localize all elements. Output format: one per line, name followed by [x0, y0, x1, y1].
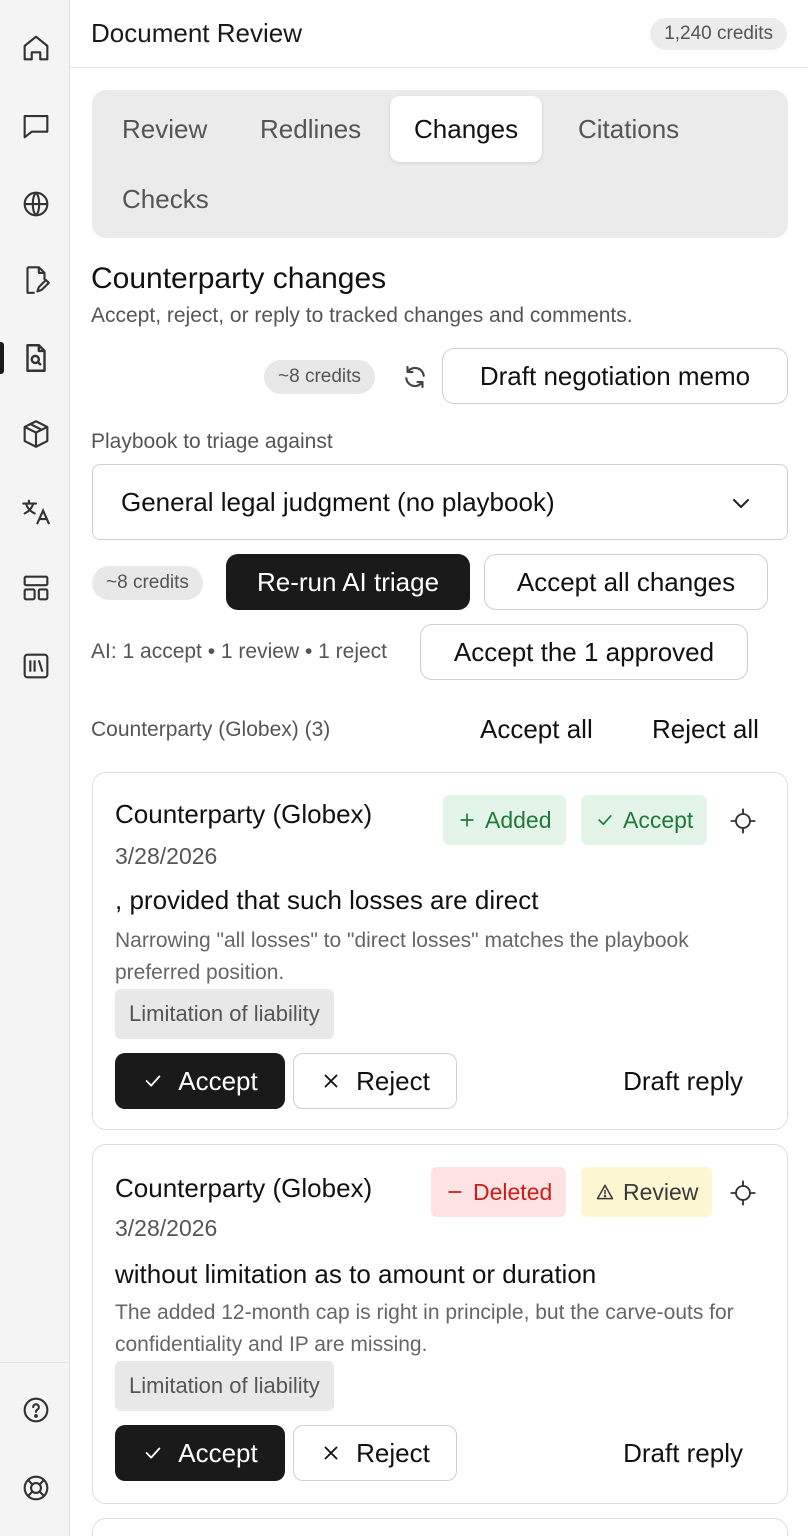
playbook-select[interactable]: General legal judgment (no playbook)	[92, 464, 788, 540]
cube-icon[interactable]	[18, 416, 54, 452]
chevron-down-icon	[729, 491, 753, 515]
close-icon	[324, 1446, 338, 1460]
section-subtitle: Accept, reject, or reply to tracked chan…	[91, 304, 633, 327]
check-icon	[145, 1447, 161, 1459]
ai-badge-label: Review	[623, 1179, 699, 1205]
accept-label: Accept	[178, 1437, 258, 1468]
page-title: Document Review	[91, 18, 302, 48]
warning-icon	[596, 1184, 614, 1200]
credits-badge: 1,240 credits	[650, 18, 787, 50]
tab-redlines[interactable]: Redlines	[236, 96, 385, 162]
group-label: Counterparty (Globex) (3)	[91, 718, 331, 741]
locate-icon[interactable]	[729, 1179, 757, 1207]
document-search-icon[interactable]	[18, 340, 54, 376]
change-card: Counterparty (Globex) Deleted Review 3/2…	[92, 1144, 788, 1504]
support-icon[interactable]	[18, 1470, 54, 1506]
added-badge: Added	[443, 795, 566, 845]
triage-summary: AI: 1 accept • 1 review • 1 reject	[91, 640, 387, 663]
change-date: 3/28/2026	[115, 843, 218, 869]
change-text: , provided that such losses are direct	[115, 885, 539, 915]
change-date: 3/28/2026	[115, 1215, 218, 1241]
section-title: Counterparty changes	[91, 262, 387, 295]
clause-tag: Limitation of liability	[115, 1361, 334, 1411]
tab-changes[interactable]: Changes	[390, 96, 543, 162]
reject-change-button[interactable]: Reject	[293, 1053, 457, 1109]
accept-approved-button[interactable]: Accept the 1 approved	[420, 624, 748, 680]
playbook-selected-value: General legal judgment (no playbook)	[121, 487, 555, 517]
translate-icon[interactable]	[18, 494, 54, 530]
tab-citations[interactable]: Citations	[554, 96, 703, 162]
change-text: without limitation as to amount or durat…	[115, 1259, 597, 1289]
accept-all-button[interactable]: Accept all	[480, 714, 593, 745]
sidebar	[0, 0, 70, 1536]
minus-icon	[448, 1191, 462, 1193]
close-icon	[324, 1074, 338, 1088]
active-indicator	[0, 342, 4, 374]
ai-accept-badge: Accept	[581, 795, 708, 845]
memo-credits-badge: ~8 credits	[264, 360, 375, 394]
main-panel: Document Review 1,240 credits Review Red…	[70, 0, 808, 1536]
accept-label: Accept	[178, 1065, 258, 1096]
globe-icon[interactable]	[18, 186, 54, 222]
change-card	[92, 1518, 788, 1536]
added-badge-label: Added	[485, 807, 552, 833]
accept-change-button[interactable]: Accept	[115, 1053, 285, 1109]
deleted-badge: Deleted	[431, 1167, 567, 1217]
triage-credits-badge: ~8 credits	[92, 566, 203, 600]
sidebar-divider	[0, 1362, 70, 1363]
chat-icon[interactable]	[18, 108, 54, 144]
tab-bar: Review Redlines Changes Citations Checks	[92, 90, 788, 238]
tab-review[interactable]: Review	[98, 96, 231, 162]
playbook-label: Playbook to triage against	[91, 430, 333, 453]
clause-tag: Limitation of liability	[115, 989, 334, 1039]
locate-icon[interactable]	[729, 807, 757, 835]
document-edit-icon[interactable]	[18, 262, 54, 298]
reject-all-button[interactable]: Reject all	[652, 714, 759, 745]
change-card: Counterparty (Globex) Added Accept 3/28/…	[92, 772, 788, 1130]
reject-label: Reject	[356, 1437, 430, 1468]
deleted-badge-label: Deleted	[473, 1179, 553, 1205]
help-icon[interactable]	[18, 1392, 54, 1428]
draft-reply-button[interactable]: Draft reply	[623, 1425, 743, 1481]
home-icon[interactable]	[18, 30, 54, 66]
tab-checks[interactable]: Checks	[98, 166, 233, 232]
draft-reply-button[interactable]: Draft reply	[623, 1053, 743, 1109]
layout-icon[interactable]	[18, 570, 54, 606]
ai-review-badge: Review	[581, 1167, 713, 1217]
rerun-ai-triage-button[interactable]: Re-run AI triage	[226, 554, 470, 610]
change-rationale: Narrowing "all losses" to "direct losses…	[115, 929, 689, 984]
reject-change-button[interactable]: Reject	[293, 1425, 457, 1481]
reject-label: Reject	[356, 1065, 430, 1096]
accept-all-changes-button[interactable]: Accept all changes	[484, 554, 768, 610]
library-icon[interactable]	[18, 648, 54, 684]
header: Document Review 1,240 credits	[70, 0, 808, 68]
check-icon	[598, 815, 612, 825]
plus-icon	[460, 813, 474, 827]
change-rationale: The added 12-month cap is right in princ…	[115, 1301, 734, 1356]
draft-negotiation-memo-button[interactable]: Draft negotiation memo	[442, 348, 788, 404]
change-author: Counterparty (Globex)	[115, 1173, 373, 1203]
refresh-icon[interactable]	[400, 362, 430, 392]
check-icon	[145, 1075, 161, 1087]
accept-change-button[interactable]: Accept	[115, 1425, 285, 1481]
change-author: Counterparty (Globex)	[115, 799, 373, 829]
ai-badge-label: Accept	[623, 807, 694, 833]
